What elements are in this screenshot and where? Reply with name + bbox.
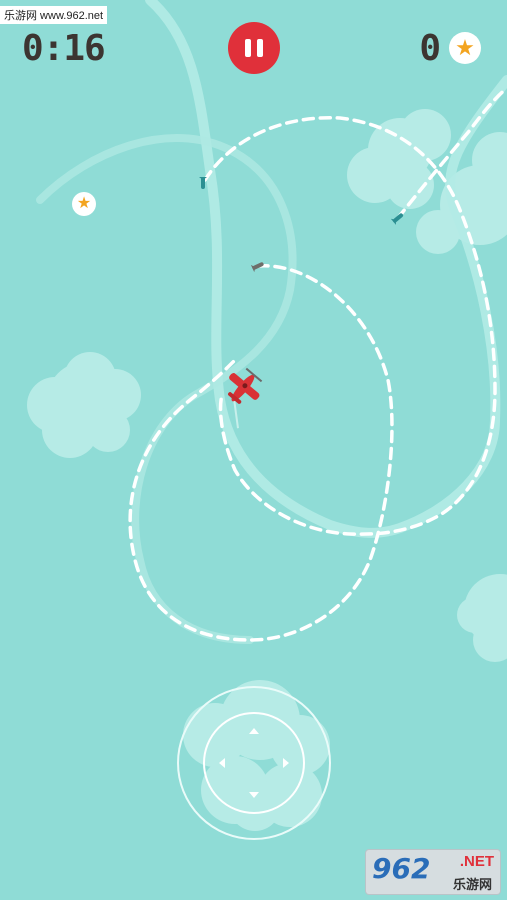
cloud-left [27, 352, 141, 458]
watermark-top: 乐游网 www.962.net [0, 6, 108, 24]
logo-net: .NET [459, 853, 494, 870]
star-icon: ★ [449, 32, 481, 64]
cloud-top-right [347, 109, 507, 254]
smoke-trail-faint [145, 0, 507, 538]
logo-number: 962 [372, 852, 431, 885]
trail-a [128, 264, 394, 642]
joystick-control[interactable] [178, 687, 330, 839]
star-pickup: ★ [72, 192, 96, 216]
cloud-right [457, 574, 507, 662]
site-logo: 962 .NET 乐游网 [366, 850, 500, 894]
pause-button[interactable] [228, 22, 280, 74]
timer: 0:16 [22, 28, 106, 69]
star-count: 0 [419, 28, 441, 69]
logo-cn: 乐游网 [452, 877, 492, 892]
pause-icon [245, 39, 251, 57]
